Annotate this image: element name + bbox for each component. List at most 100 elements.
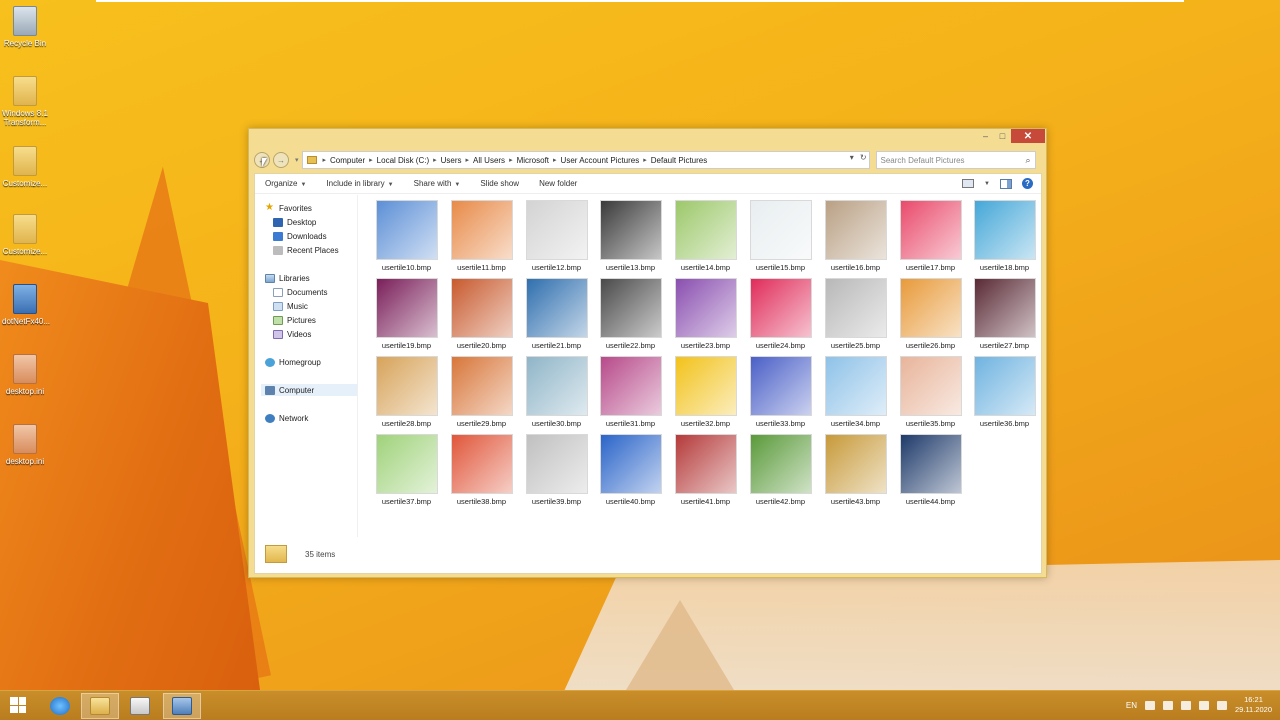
file-item[interactable]: usertile21.bmp — [519, 278, 594, 354]
file-name: usertile41.bmp — [680, 497, 731, 506]
network-icon[interactable] — [1199, 700, 1210, 710]
file-item[interactable]: usertile39.bmp — [519, 434, 594, 510]
file-item[interactable]: usertile28.bmp — [369, 356, 444, 432]
tray-app-icon[interactable] — [1145, 700, 1156, 710]
file-name: usertile28.bmp — [381, 419, 432, 428]
file-item[interactable]: usertile30.bmp — [519, 356, 594, 432]
maximize-button[interactable]: □ — [994, 129, 1011, 143]
breadcrumb-all-users[interactable]: All Users — [473, 156, 505, 165]
change-view-icon[interactable] — [962, 179, 975, 188]
nav-libraries[interactable]: Libraries — [265, 272, 310, 284]
file-item[interactable]: usertile12.bmp — [519, 200, 594, 276]
file-item[interactable]: usertile41.bmp — [668, 434, 743, 510]
file-item[interactable]: usertile22.bmp — [593, 278, 668, 354]
breadcrumb-user-account-pictures[interactable]: User Account Pictures — [561, 156, 640, 165]
file-name: usertile27.bmp — [979, 341, 1030, 350]
file-item[interactable]: usertile43.bmp — [818, 434, 893, 510]
file-item[interactable]: usertile23.bmp — [668, 278, 743, 354]
chevron-down-icon[interactable]: ▾ — [850, 153, 854, 162]
taskbar-remote-desktop[interactable] — [163, 693, 201, 719]
search-input[interactable]: Search Default Pictures ⌕ — [875, 151, 1036, 169]
language-indicator[interactable]: EN — [1126, 701, 1137, 710]
breadcrumb-users[interactable]: Users — [441, 156, 462, 165]
file-item[interactable]: usertile24.bmp — [743, 278, 818, 354]
file-item[interactable]: usertile17.bmp — [893, 200, 968, 276]
desktop-icon-dotnetfx[interactable]: dotNetFx40... — [2, 284, 50, 326]
search-icon[interactable]: ⌕ — [1025, 155, 1030, 166]
taskbar-file-explorer[interactable] — [81, 693, 119, 719]
file-item[interactable]: usertile26.bmp — [893, 278, 968, 354]
taskbar-media-player[interactable] — [121, 693, 159, 719]
desktop-icon-customize-1[interactable]: Customize... — [2, 146, 48, 188]
navigation-pane: ★ Favorites Desktop Downloads Recent Pla… — [255, 195, 358, 537]
slide-show-button[interactable]: Slide show — [480, 179, 519, 188]
file-item[interactable]: usertile34.bmp — [818, 356, 893, 432]
desktop-icon-customize-2[interactable]: Customize... — [2, 214, 48, 256]
refresh-icon[interactable]: ↻ — [860, 153, 867, 162]
file-item[interactable]: usertile36.bmp — [967, 356, 1042, 432]
tray-app-icon[interactable] — [1163, 700, 1174, 710]
file-item[interactable]: usertile16.bmp — [818, 200, 893, 276]
nav-videos[interactable]: Videos — [273, 328, 311, 340]
file-item[interactable]: usertile35.bmp — [893, 356, 968, 432]
nav-recent-places[interactable]: Recent Places — [273, 244, 339, 256]
file-item[interactable]: usertile10.bmp — [369, 200, 444, 276]
file-item[interactable]: usertile31.bmp — [593, 356, 668, 432]
help-icon[interactable]: ? — [1022, 178, 1033, 189]
desktop-icon-desktop-ini-2[interactable]: desktop.ini — [2, 424, 48, 466]
nav-documents[interactable]: Documents — [273, 286, 327, 298]
nav-downloads[interactable]: Downloads — [273, 230, 327, 242]
desktop-icon-label: desktop.ini — [5, 387, 45, 396]
file-item[interactable]: usertile29.bmp — [444, 356, 519, 432]
share-with-button[interactable]: Share with ▼ — [414, 179, 461, 188]
close-button[interactable]: ✕ — [1011, 129, 1045, 143]
file-item[interactable]: usertile15.bmp — [743, 200, 818, 276]
new-folder-button[interactable]: New folder — [539, 179, 577, 188]
nav-desktop[interactable]: Desktop — [273, 216, 316, 228]
taskbar-internet-explorer[interactable] — [41, 693, 79, 719]
nav-music[interactable]: Music — [273, 300, 308, 312]
file-item[interactable]: usertile32.bmp — [668, 356, 743, 432]
chevron-down-icon[interactable]: ▼ — [984, 181, 990, 187]
breadcrumb-default-pictures[interactable]: Default Pictures — [651, 156, 707, 165]
file-item[interactable]: usertile33.bmp — [743, 356, 818, 432]
recent-locations-dropdown[interactable]: ▾ — [295, 156, 299, 164]
breadcrumb-microsoft[interactable]: Microsoft — [517, 156, 549, 165]
start-button[interactable] — [10, 697, 26, 713]
file-item[interactable]: usertile19.bmp — [369, 278, 444, 354]
file-item[interactable]: usertile44.bmp — [893, 434, 968, 510]
nav-favorites[interactable]: ★ Favorites — [265, 202, 312, 214]
nav-computer[interactable]: Computer — [261, 384, 357, 396]
file-thumbnail-icon — [599, 278, 662, 338]
preview-pane-icon[interactable] — [1000, 178, 1012, 189]
nav-pictures[interactable]: Pictures — [273, 314, 316, 326]
file-item[interactable]: usertile20.bmp — [444, 278, 519, 354]
desktop-icon-desktop-ini-1[interactable]: desktop.ini — [2, 354, 48, 396]
breadcrumb-local-disk[interactable]: Local Disk (C:) — [377, 156, 429, 165]
forward-button[interactable]: → — [273, 152, 289, 168]
volume-icon[interactable] — [1217, 700, 1228, 710]
file-item[interactable]: usertile37.bmp — [369, 434, 444, 510]
include-in-library-button[interactable]: Include in library ▼ — [326, 179, 393, 188]
organize-button[interactable]: Organize ▼ — [265, 179, 306, 188]
nav-homegroup[interactable]: Homegroup — [265, 356, 321, 368]
desktop-icon-transform-folder[interactable]: Windows 8.1 Transform... — [2, 76, 48, 127]
file-item[interactable]: usertile14.bmp — [668, 200, 743, 276]
file-item[interactable]: usertile11.bmp — [444, 200, 519, 276]
file-item[interactable]: usertile42.bmp — [743, 434, 818, 510]
address-bar[interactable]: ▸ Computer ▸ Local Disk (C:) ▸ Users ▸ A… — [301, 151, 870, 169]
file-thumbnail-icon — [599, 200, 662, 260]
file-item[interactable]: usertile40.bmp — [593, 434, 668, 510]
nav-network[interactable]: Network — [265, 412, 308, 424]
clock[interactable]: 16:21 29.11.2020 — [1235, 695, 1272, 715]
minimize-button[interactable]: – — [977, 129, 994, 143]
file-item[interactable]: usertile13.bmp — [593, 200, 668, 276]
flag-icon[interactable] — [1181, 700, 1192, 710]
windows-logo-icon — [10, 705, 18, 713]
file-item[interactable]: usertile27.bmp — [967, 278, 1042, 354]
file-item[interactable]: usertile25.bmp — [818, 278, 893, 354]
breadcrumb-computer[interactable]: Computer — [330, 156, 365, 165]
desktop-icon-recycle-bin[interactable]: Recycle Bin — [2, 6, 48, 48]
file-item[interactable]: usertile38.bmp — [444, 434, 519, 510]
file-item[interactable]: usertile18.bmp — [967, 200, 1042, 276]
